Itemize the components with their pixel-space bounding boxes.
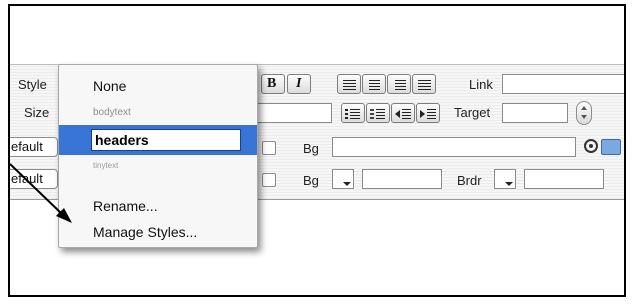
stepper-up-icon	[581, 106, 587, 110]
horz-default-select[interactable]: efault	[10, 137, 58, 157]
folder-icon[interactable]	[601, 139, 621, 155]
screenshot-frame: Style B I Link Size Target efault Bg efa…	[8, 4, 626, 297]
bold-button[interactable]: B	[261, 74, 285, 94]
align-center-icon	[369, 79, 380, 90]
align-right-icon	[395, 79, 406, 90]
align-left-icon	[343, 79, 356, 90]
unordered-list-icon	[350, 108, 360, 119]
menu-item-bodytext[interactable]: bodytext	[93, 107, 131, 118]
bg-label-2: Bg	[303, 173, 319, 188]
menu-item-headers-label[interactable]: headers	[91, 129, 241, 151]
justify-icon	[418, 79, 431, 90]
indent-arrow	[420, 110, 425, 118]
outdent-arrow	[395, 110, 400, 118]
bg-color-input[interactable]	[362, 169, 442, 189]
justify-button[interactable]	[412, 74, 436, 94]
number-marks	[370, 107, 374, 119]
target-icon[interactable]	[584, 139, 598, 153]
brdr-label: Brdr	[457, 173, 482, 188]
header-checkbox[interactable]	[262, 173, 276, 187]
border-color-input[interactable]	[524, 169, 604, 189]
link-label: Link	[469, 77, 493, 92]
stepper-down-icon	[581, 115, 587, 119]
italic-icon: I	[296, 76, 302, 91]
ordered-list-button[interactable]	[366, 103, 390, 123]
align-center-button[interactable]	[362, 74, 386, 94]
link-input[interactable]	[502, 74, 624, 94]
bg-label-1: Bg	[303, 141, 319, 156]
style-label: Style	[18, 77, 47, 92]
ordered-list-icon	[376, 108, 385, 119]
menu-item-none[interactable]: None	[93, 78, 126, 94]
align-left-button[interactable]	[337, 74, 361, 94]
bullet-marks	[345, 107, 348, 119]
no-wrap-checkbox[interactable]	[262, 141, 276, 155]
indent-icon	[427, 108, 436, 119]
menu-item-tinytext[interactable]: tinytext	[93, 161, 118, 170]
align-right-button[interactable]	[387, 74, 411, 94]
vert-default-select[interactable]: efault	[10, 169, 58, 189]
size-label: Size	[24, 105, 50, 120]
italic-button[interactable]: I	[287, 74, 311, 94]
bg-image-input[interactable]	[332, 137, 576, 157]
target-stepper[interactable]	[576, 101, 592, 125]
menu-item-rename[interactable]: Rename...	[93, 198, 158, 214]
outdent-icon	[402, 108, 411, 119]
bold-icon: B	[267, 76, 277, 91]
target-icon-center	[589, 144, 593, 148]
bg-color-swatch[interactable]	[332, 169, 354, 189]
indent-button[interactable]	[416, 103, 440, 123]
border-color-swatch[interactable]	[494, 169, 516, 189]
target-input[interactable]	[502, 103, 568, 123]
style-popup-menu: None bodytext headers tinytext Rename...…	[58, 64, 258, 248]
outdent-button[interactable]	[391, 103, 415, 123]
menu-item-manage-styles[interactable]: Manage Styles...	[93, 224, 197, 240]
target-label: Target	[454, 105, 491, 120]
unordered-list-button[interactable]	[341, 103, 365, 123]
